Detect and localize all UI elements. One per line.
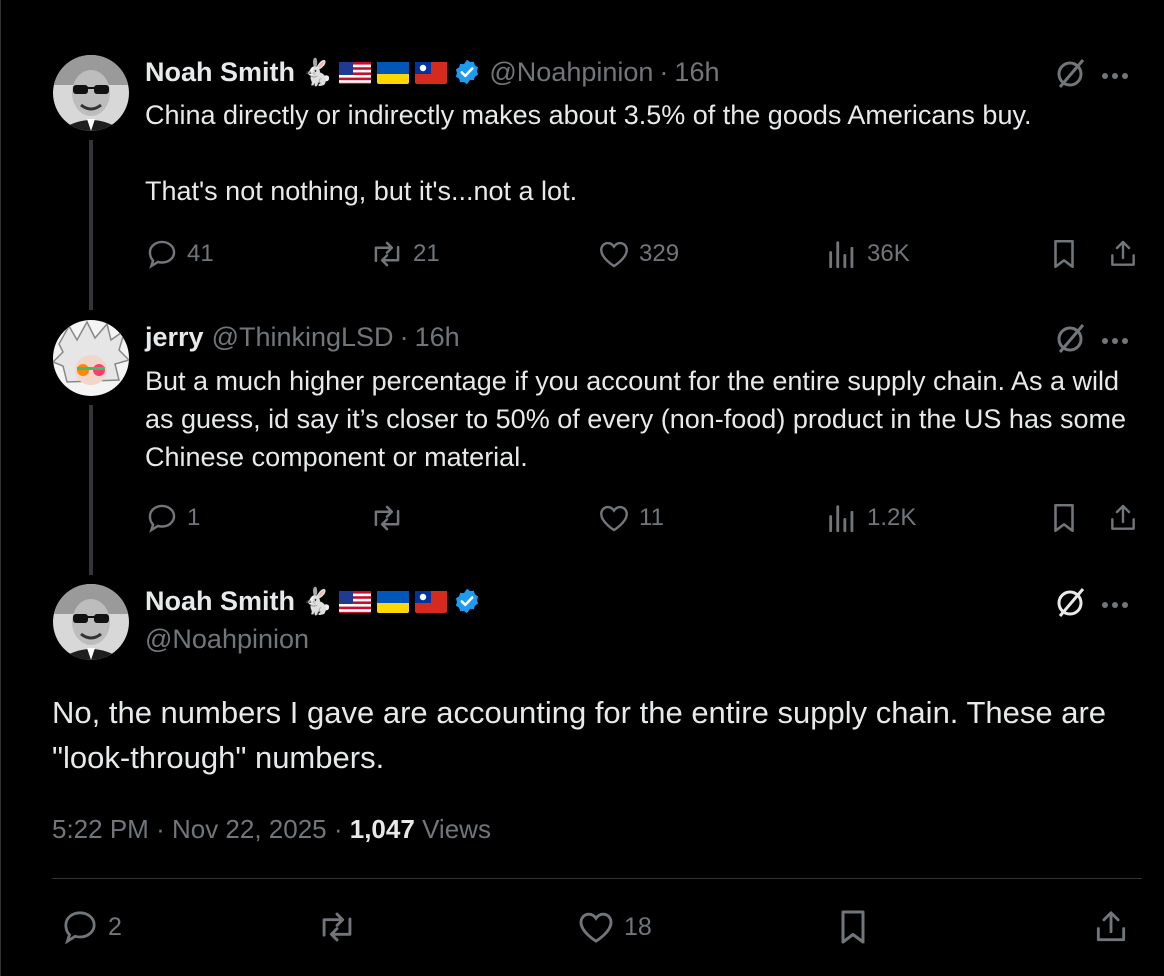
bookmark-button[interactable] (1049, 498, 1087, 538)
reply-count: 2 (108, 912, 122, 941)
like-icon (600, 505, 628, 532)
views-count: 1,047 (349, 814, 415, 844)
author-handle[interactable]: @Noahpinion (489, 55, 653, 89)
separator-dot: · (156, 814, 172, 844)
thread-line (89, 405, 93, 575)
like-button[interactable]: 18 (576, 905, 652, 949)
more-icon[interactable] (1101, 67, 1129, 85)
like-count: 329 (639, 240, 680, 267)
bookmark-button[interactable] (836, 905, 878, 949)
taiwan-flag-icon (415, 60, 448, 84)
main-tweet-header: Noah Smith 🐇 (145, 584, 481, 618)
like-button[interactable]: 11 (597, 498, 664, 538)
like-icon (579, 912, 613, 943)
reply-button[interactable]: 1 (145, 498, 200, 538)
like-button[interactable]: 329 (597, 234, 679, 274)
repost-button[interactable] (316, 905, 366, 949)
reply-count: 41 (187, 240, 214, 267)
repost-count: 21 (413, 240, 440, 267)
tweet-actions: 41 21 329 36K (145, 234, 1145, 274)
avatar-thinkinglsd[interactable] (53, 320, 129, 396)
author-handle[interactable]: @Noahpinion (145, 622, 309, 656)
us-flag-icon (339, 589, 372, 613)
tweet-text: China directly or indirectly makes about… (145, 100, 1032, 206)
reply-icon (64, 911, 96, 945)
repost-icon (374, 505, 400, 531)
like-count: 11 (639, 504, 664, 531)
like-icon (600, 241, 628, 268)
bookmark-icon (841, 910, 865, 944)
verified-badge-icon (453, 58, 481, 86)
repost-button[interactable]: 21 (369, 234, 440, 274)
share-button[interactable] (1107, 234, 1147, 274)
views-icon (829, 505, 854, 533)
bookmark-button[interactable] (1049, 234, 1087, 274)
main-tweet-text: No, the numbers I gave are accounting fo… (52, 695, 1107, 775)
us-flag-icon (339, 60, 372, 84)
views-count: 1.2K (867, 504, 917, 531)
thread-view: Noah Smith 🐇 @Noahpinion · 16h China dir… (0, 0, 1164, 976)
taiwan-flag-icon (415, 589, 448, 613)
share-button[interactable] (1092, 905, 1138, 949)
author-name[interactable]: jerry (145, 320, 204, 354)
tweet-actions: 1 11 1.2K (145, 498, 1145, 538)
reply-icon (148, 240, 176, 269)
reply-button[interactable]: 41 (145, 234, 214, 274)
share-icon (1096, 911, 1126, 942)
share-button[interactable] (1107, 498, 1147, 538)
tweet-text: But a much higher percentage if you acco… (145, 366, 1126, 472)
author-name[interactable]: Noah Smith (145, 55, 295, 89)
reply-button[interactable]: 2 (60, 905, 122, 949)
share-icon (1111, 504, 1135, 530)
views-icon (829, 241, 854, 269)
main-tweet-actions: 2 18 (52, 905, 1142, 949)
tweet-header: jerry @ThinkingLSD · 16h (145, 320, 460, 354)
thread-line (89, 140, 93, 310)
separator-dot: · (399, 322, 409, 352)
like-count: 18 (624, 912, 652, 941)
separator-dot: · (333, 814, 350, 844)
repost-button[interactable] (369, 498, 413, 538)
more-icon[interactable] (1101, 332, 1129, 350)
repost-icon (374, 241, 400, 267)
reply-count: 1 (187, 504, 201, 531)
verified-badge-icon (453, 587, 481, 615)
tweet-meta: 5:22 PM · Nov 22, 2025 · 1,047 Views (52, 811, 491, 847)
timestamp[interactable]: 16h (674, 55, 719, 89)
views-button[interactable]: 1.2K (825, 498, 916, 538)
grok-icon[interactable] (1055, 586, 1087, 623)
author-name[interactable]: Noah Smith (145, 584, 295, 618)
bookmark-icon (1054, 239, 1074, 269)
ukraine-flag-icon (377, 589, 410, 613)
repost-icon (322, 912, 352, 942)
more-icon[interactable] (1101, 596, 1129, 614)
rabbit-emoji: 🐇 (301, 586, 334, 616)
author-handle[interactable]: @ThinkingLSD (212, 320, 394, 354)
share-icon (1111, 240, 1135, 266)
tweet-top-icons (1055, 322, 1129, 359)
timestamp[interactable]: 16h (415, 320, 460, 354)
tweet-top-icons (1055, 57, 1129, 94)
grok-icon[interactable] (1055, 322, 1087, 359)
tweet-header: Noah Smith 🐇 @Noahpinion · 16h (145, 55, 719, 89)
avatar-noahpinion[interactable] (53, 584, 129, 660)
ukraine-flag-icon (377, 60, 410, 84)
bookmark-icon (1054, 503, 1074, 533)
post-date[interactable]: Nov 22, 2025 (172, 814, 327, 844)
reply-icon (148, 504, 176, 533)
main-tweet-handle-row: @Noahpinion (145, 622, 309, 656)
views-label: Views (422, 814, 491, 844)
post-time[interactable]: 5:22 PM (52, 814, 149, 844)
tweet-top-icons (1055, 586, 1129, 623)
divider (52, 878, 1142, 879)
separator-dot: · (659, 57, 669, 87)
views-button[interactable]: 36K (825, 234, 910, 274)
rabbit-emoji: 🐇 (301, 57, 334, 87)
grok-icon[interactable] (1055, 57, 1087, 94)
views-count: 36K (867, 240, 910, 267)
avatar-noahpinion[interactable] (53, 55, 129, 131)
